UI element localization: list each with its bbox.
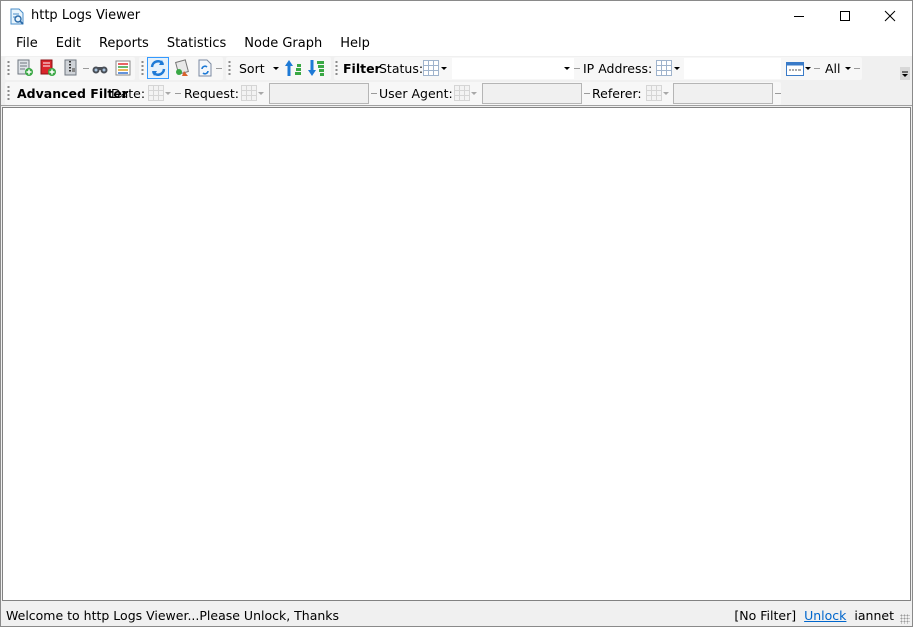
user-agent-dropdown-icon[interactable]	[471, 92, 477, 95]
add-file-icon	[17, 59, 33, 76]
toolbar-separator	[814, 68, 820, 69]
toolbar-separator	[775, 93, 781, 94]
add-log-button[interactable]	[16, 59, 34, 77]
unlock-link[interactable]: Unlock	[804, 608, 846, 623]
menu-statistics[interactable]: Statistics	[158, 32, 235, 56]
find-button[interactable]	[91, 59, 109, 77]
user-agent-input[interactable]	[482, 83, 582, 104]
status-bar: Welcome to http Logs Viewer...Please Unl…	[1, 603, 912, 626]
toolbar-grip[interactable]	[141, 60, 144, 77]
referer-grid-icon[interactable]	[646, 85, 662, 101]
add-log-red-button[interactable]	[39, 59, 57, 77]
status-combobox[interactable]	[452, 58, 574, 79]
status-message: Welcome to http Logs Viewer...Please Unl…	[6, 608, 340, 623]
user-name: iannet	[854, 608, 894, 623]
toolbar-separator	[83, 68, 89, 69]
close-icon	[884, 10, 896, 22]
advanced-filter-toolbar: Advanced Filter Date: Request: User Agen…	[1, 81, 912, 106]
status-right-panel: [No Filter] Unlock iannet	[734, 608, 894, 623]
cleanup-icon	[175, 59, 189, 76]
request-label: Request:	[184, 86, 239, 101]
binoculars-icon	[92, 66, 108, 74]
maximize-icon	[840, 11, 850, 21]
status-label: Status:	[379, 61, 424, 76]
ip-address-label: IP Address:	[583, 61, 653, 76]
menu-reports[interactable]: Reports	[90, 32, 158, 56]
close-button[interactable]	[867, 1, 913, 31]
referer-label: Referer:	[592, 86, 642, 101]
date-grid-icon[interactable]	[148, 85, 164, 101]
toolbar-separator	[584, 93, 590, 94]
refresh-button[interactable]	[147, 57, 169, 79]
title-bar: http Logs Viewer	[1, 1, 912, 32]
filter-label: Filter	[343, 61, 381, 76]
filter-status: [No Filter]	[734, 608, 797, 623]
toolbar-separator	[574, 68, 580, 69]
resize-grip-icon[interactable]	[900, 614, 910, 624]
zip-file-icon	[64, 59, 77, 76]
date-dropdown-icon[interactable]	[165, 92, 171, 95]
chevron-down-icon	[902, 71, 908, 77]
refresh-icon	[150, 60, 166, 76]
range-dropdown[interactable]: All	[825, 61, 841, 76]
app-window: http Logs Viewer File Edit Reports Stati…	[0, 0, 913, 627]
menu-edit[interactable]: Edit	[47, 32, 90, 56]
referer-dropdown-icon[interactable]	[663, 92, 669, 95]
reload-file-button[interactable]	[196, 59, 214, 77]
toolbar-grip[interactable]	[228, 60, 231, 77]
sort-ascending-button[interactable]	[284, 59, 302, 77]
minimize-icon	[794, 16, 804, 17]
ip-grid-icon[interactable]	[656, 60, 672, 76]
menu-bar: File Edit Reports Statistics Node Graph …	[1, 32, 912, 56]
status-grid-icon[interactable]	[423, 60, 439, 76]
toolbar-separator	[216, 68, 222, 69]
maximize-button[interactable]	[822, 1, 868, 31]
toolbar-separator	[175, 93, 181, 94]
referer-input[interactable]	[673, 83, 773, 104]
ip-grid-dropdown-icon[interactable]	[674, 67, 680, 70]
sort-dropdown-arrow-icon[interactable]	[273, 67, 279, 70]
toolbar-overflow-button[interactable]	[900, 67, 910, 80]
date-label: Date:	[111, 86, 146, 101]
add-red-file-icon	[40, 59, 56, 76]
sort-descending-button[interactable]	[307, 59, 325, 77]
columns-button[interactable]	[114, 59, 132, 77]
toolbar-grip[interactable]	[335, 60, 338, 77]
sort-ascending-icon	[285, 60, 301, 76]
date-range-dropdown-icon[interactable]	[805, 67, 811, 70]
request-dropdown-icon[interactable]	[258, 92, 264, 95]
status-combobox-arrow-icon[interactable]	[564, 67, 570, 70]
app-logo-icon	[10, 8, 24, 25]
sort-descending-icon	[308, 60, 324, 76]
archive-log-button[interactable]	[62, 59, 80, 77]
columns-list-icon	[115, 60, 131, 76]
log-list-area[interactable]	[2, 107, 911, 601]
status-grid-dropdown-icon[interactable]	[441, 67, 447, 70]
toolbar-grip[interactable]	[7, 85, 10, 102]
request-input[interactable]	[269, 83, 369, 104]
user-agent-label: User Agent:	[379, 86, 453, 101]
minimize-button[interactable]	[776, 1, 822, 31]
menu-help[interactable]: Help	[331, 32, 379, 56]
window-title: http Logs Viewer	[31, 8, 141, 23]
range-dropdown-arrow-icon[interactable]	[845, 67, 851, 70]
toolbar-separator	[371, 93, 377, 94]
main-toolbar: Sort Filter Status: IP Address: All	[1, 56, 912, 81]
toolbar-grip[interactable]	[7, 60, 10, 77]
sort-dropdown[interactable]: Sort	[239, 61, 265, 76]
user-agent-grid-icon[interactable]	[454, 85, 470, 101]
reload-file-icon	[198, 59, 212, 77]
request-grid-icon[interactable]	[241, 85, 257, 101]
clear-logs-button[interactable]	[173, 59, 191, 77]
ip-address-input[interactable]	[684, 58, 781, 79]
toolbar-separator	[854, 68, 860, 69]
menu-node-graph[interactable]: Node Graph	[235, 32, 331, 56]
date-range-icon[interactable]	[786, 62, 804, 76]
menu-file[interactable]: File	[7, 32, 47, 56]
